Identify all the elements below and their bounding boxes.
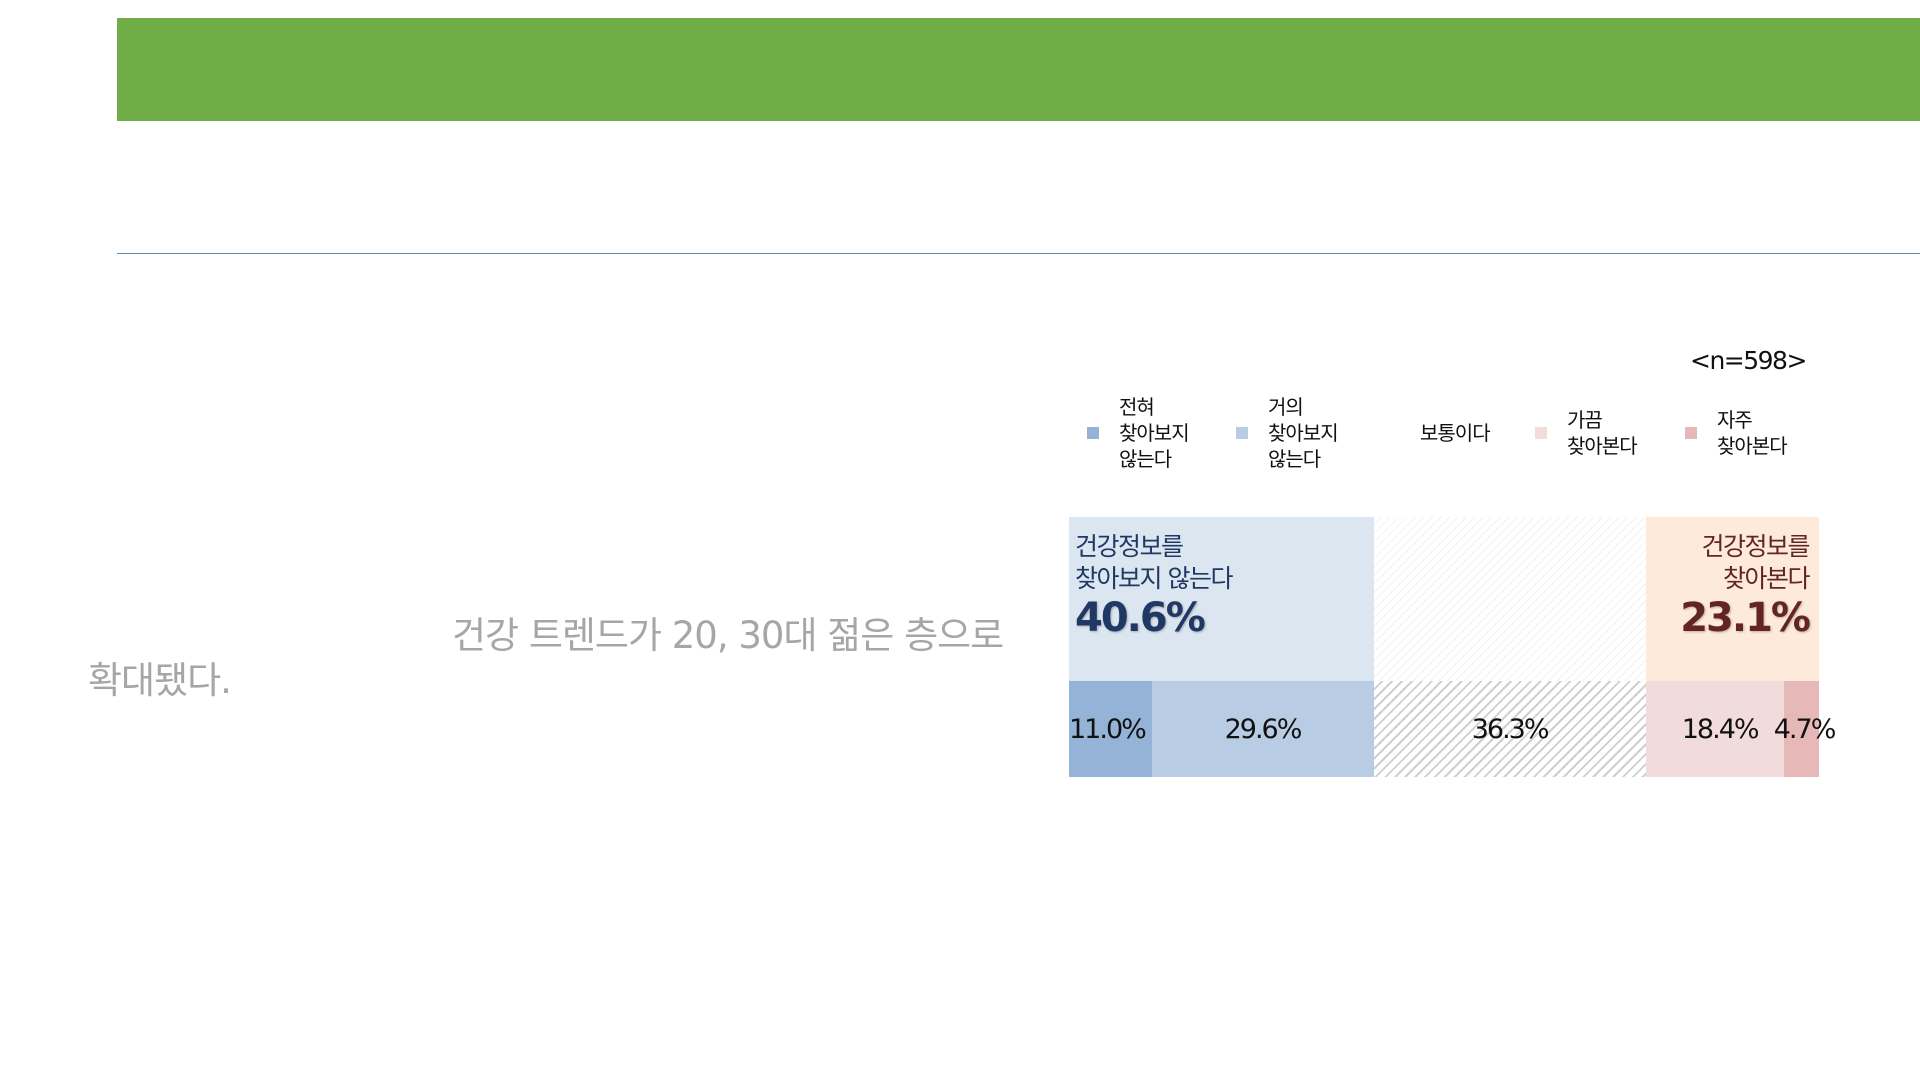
legend-swatch [1535, 427, 1547, 439]
group-percent: 23.1% [1680, 595, 1811, 641]
header-bar [117, 18, 1920, 121]
sample-size-label: <n=598> [1690, 346, 1807, 375]
legend-swatch [1685, 427, 1697, 439]
group-title: 건강정보를 찾아보지 않는다 [1075, 532, 1233, 593]
bar-segment: 18.4% [1645, 681, 1784, 777]
group-not-searching: 건강정보를 찾아보지 않는다 40.6% [1069, 517, 1374, 681]
legend-label: 거의 찾아보지 않는다 [1268, 395, 1339, 471]
group-searching: 건강정보를 찾아본다 23.1% [1645, 517, 1819, 681]
legend-item: 거의 찾아보지 않는다 [1236, 394, 1339, 472]
legend-item: 전혀 찾아보지 않는다 [1087, 394, 1190, 472]
legend-label: 전혀 찾아보지 않는다 [1119, 395, 1190, 471]
segment-value-label: 18.4% [1681, 713, 1760, 745]
body-text-line2: 확대됐다. [88, 659, 232, 702]
segment-value-label: 11.0% [1069, 713, 1147, 745]
body-text-line1: 건강 트렌드가 20, 30대 젊은 층으로 [452, 614, 1004, 657]
bar-segment: 36.3% [1373, 681, 1646, 777]
bar-segment: 29.6% [1151, 681, 1374, 777]
group-percent: 40.6% [1075, 595, 1206, 641]
legend-swatch [1236, 427, 1248, 439]
legend-label: 가끔 찾아본다 [1567, 408, 1638, 458]
bar-segment: 4.7% [1774, 681, 1836, 777]
legend-label: 보통이다 [1420, 421, 1491, 445]
legend-label: 자주 찾아본다 [1717, 408, 1788, 458]
group-title: 건강정보를 찾아본다 [1701, 532, 1810, 593]
segment-value-label: 4.7% [1773, 713, 1837, 745]
legend-swatch [1087, 427, 1099, 439]
title-divider [117, 253, 1920, 254]
segment-value-label: 29.6% [1224, 713, 1303, 745]
segment-value-label: 36.3% [1471, 713, 1550, 745]
legend-item: 보통이다 [1420, 420, 1491, 446]
neutral-group-area [1373, 517, 1646, 681]
bar-segment: 11.0% [1069, 681, 1152, 777]
legend-item: 가끔 찾아본다 [1535, 407, 1638, 459]
legend-item: 자주 찾아본다 [1685, 407, 1788, 459]
